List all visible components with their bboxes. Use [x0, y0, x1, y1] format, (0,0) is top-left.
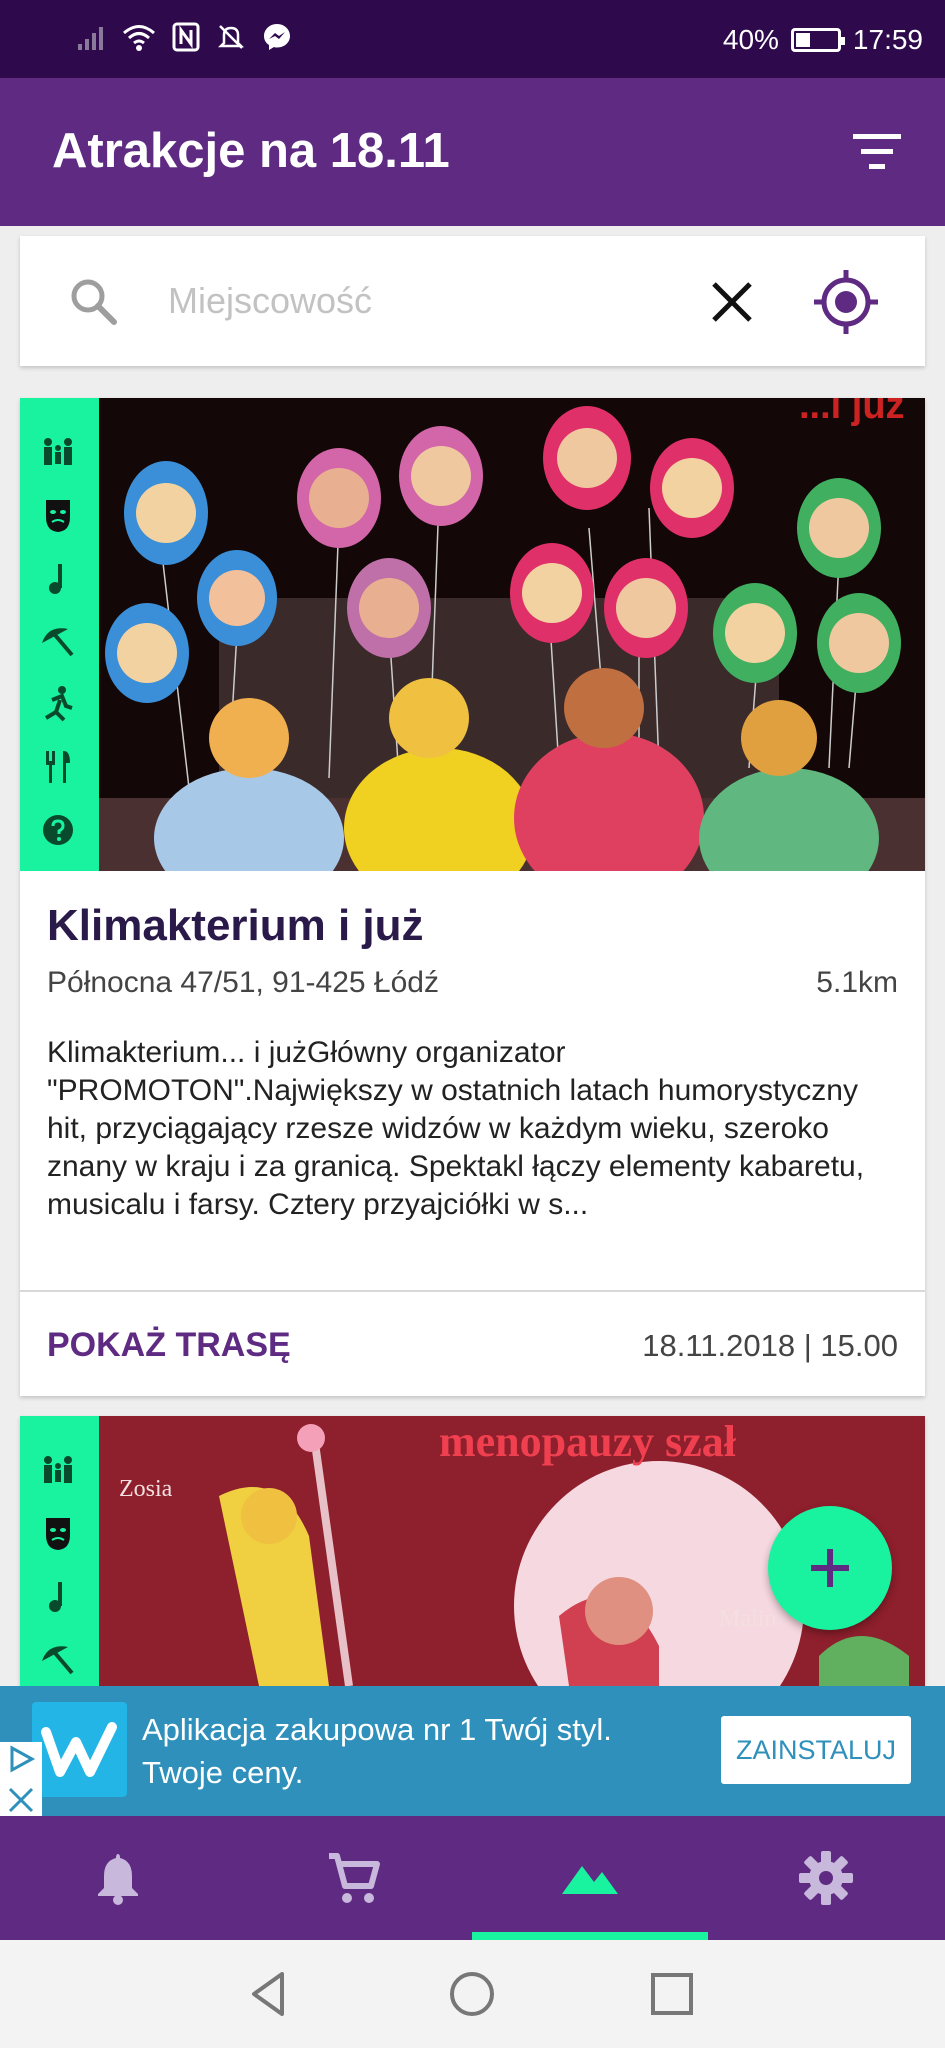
family-icon	[38, 1450, 78, 1490]
page-title: Atrakcje na 18.11	[52, 124, 450, 178]
poster-caption: ...i już	[799, 398, 905, 427]
recents-icon	[651, 1973, 693, 2015]
app-bar: Atrakcje na 18.11	[0, 78, 945, 226]
system-navigation-bar	[0, 1940, 945, 2048]
poster-illustration: ...i już	[99, 398, 925, 871]
install-button[interactable]: ZAINSTALUJ	[721, 1716, 911, 1784]
battery-percent: 40%	[722, 24, 779, 55]
event-title: Klimakterium i już	[47, 901, 424, 950]
ad-banner[interactable]: Aplikacja zakupowa nr 1 Twój styl. Twoje…	[0, 1686, 945, 1816]
wifi-icon	[123, 25, 155, 51]
poster-caption: menopauzy szał	[439, 1417, 737, 1466]
clear-search-button[interactable]	[702, 272, 762, 332]
recents-button[interactable]	[644, 1966, 700, 2022]
cart-icon	[329, 1853, 380, 1903]
category-strip	[20, 398, 99, 871]
nfc-icon	[172, 22, 200, 52]
running-icon	[38, 684, 78, 724]
category-strip	[20, 1416, 99, 1686]
mountains-icon	[562, 1866, 618, 1894]
event-datetime: 18.11.2018 | 15.00	[642, 1328, 898, 1363]
family-icon	[38, 432, 78, 472]
wish-logo	[32, 1702, 127, 1797]
poster-name: Zosia	[119, 1476, 173, 1502]
add-button[interactable]	[768, 1506, 892, 1630]
ad-text: Aplikacja zakupowa nr 1 Twój styl. Twoje…	[142, 1712, 612, 1790]
home-button[interactable]	[444, 1966, 500, 2022]
show-route-button[interactable]: POKAŻ TRASĘ	[47, 1326, 291, 1365]
filter-icon	[853, 134, 901, 169]
help-icon	[38, 810, 78, 850]
filter-button[interactable]	[849, 128, 905, 176]
clock: 17:59	[852, 24, 923, 55]
adchoices-icon	[10, 1745, 36, 1773]
event-description: Klimakterium... i jużGłówny organizator …	[47, 1036, 865, 1221]
nav-active-indicator	[472, 1932, 708, 1940]
battery-icon	[790, 28, 845, 52]
messenger-icon	[264, 24, 290, 50]
my-location-button[interactable]	[810, 266, 882, 338]
home-icon	[450, 1972, 494, 2016]
status-bar: 40% 17:59	[0, 0, 945, 78]
theater-mask-icon	[38, 1513, 78, 1553]
battery-fill	[795, 33, 810, 47]
music-note-icon	[38, 1576, 78, 1616]
nav-notifications[interactable]	[0, 1816, 236, 1940]
status-icons	[76, 22, 292, 52]
event-distance: 5.1km	[816, 966, 898, 999]
music-note-icon	[38, 558, 78, 598]
ad-close-button[interactable]	[0, 1742, 42, 1816]
poster-name: Malin	[719, 1606, 776, 1632]
add-icon	[811, 1549, 849, 1587]
nav-attractions[interactable]	[472, 1816, 708, 1940]
card-divider	[20, 1290, 925, 1292]
status-right: 40% 17:59	[723, 24, 923, 56]
signal-icon	[78, 27, 103, 50]
nav-settings[interactable]	[708, 1816, 944, 1940]
search-bar	[20, 236, 925, 366]
back-button[interactable]	[242, 1966, 298, 2022]
beach-umbrella-icon	[38, 1639, 78, 1679]
restaurant-icon	[38, 747, 78, 787]
nav-shopping[interactable]	[236, 1816, 472, 1940]
search-icon	[71, 279, 117, 325]
city-search-input[interactable]	[168, 266, 688, 336]
beach-umbrella-icon	[38, 621, 78, 661]
bottom-navigation	[0, 1816, 945, 1940]
gear-icon	[799, 1851, 853, 1905]
event-address: Północna 47/51, 91-425 Łódź	[47, 966, 439, 999]
event-poster: ...i już	[99, 398, 925, 871]
my-location-icon	[814, 270, 878, 334]
event-card[interactable]: ...i już Klimakterium i już Północna 47/…	[20, 398, 925, 1396]
theater-mask-icon	[38, 495, 78, 535]
back-icon	[252, 1972, 284, 2016]
bell-icon	[98, 1854, 138, 1905]
mute-icon	[217, 25, 245, 49]
ad-close-icon	[8, 1787, 34, 1813]
clear-icon	[712, 282, 752, 322]
